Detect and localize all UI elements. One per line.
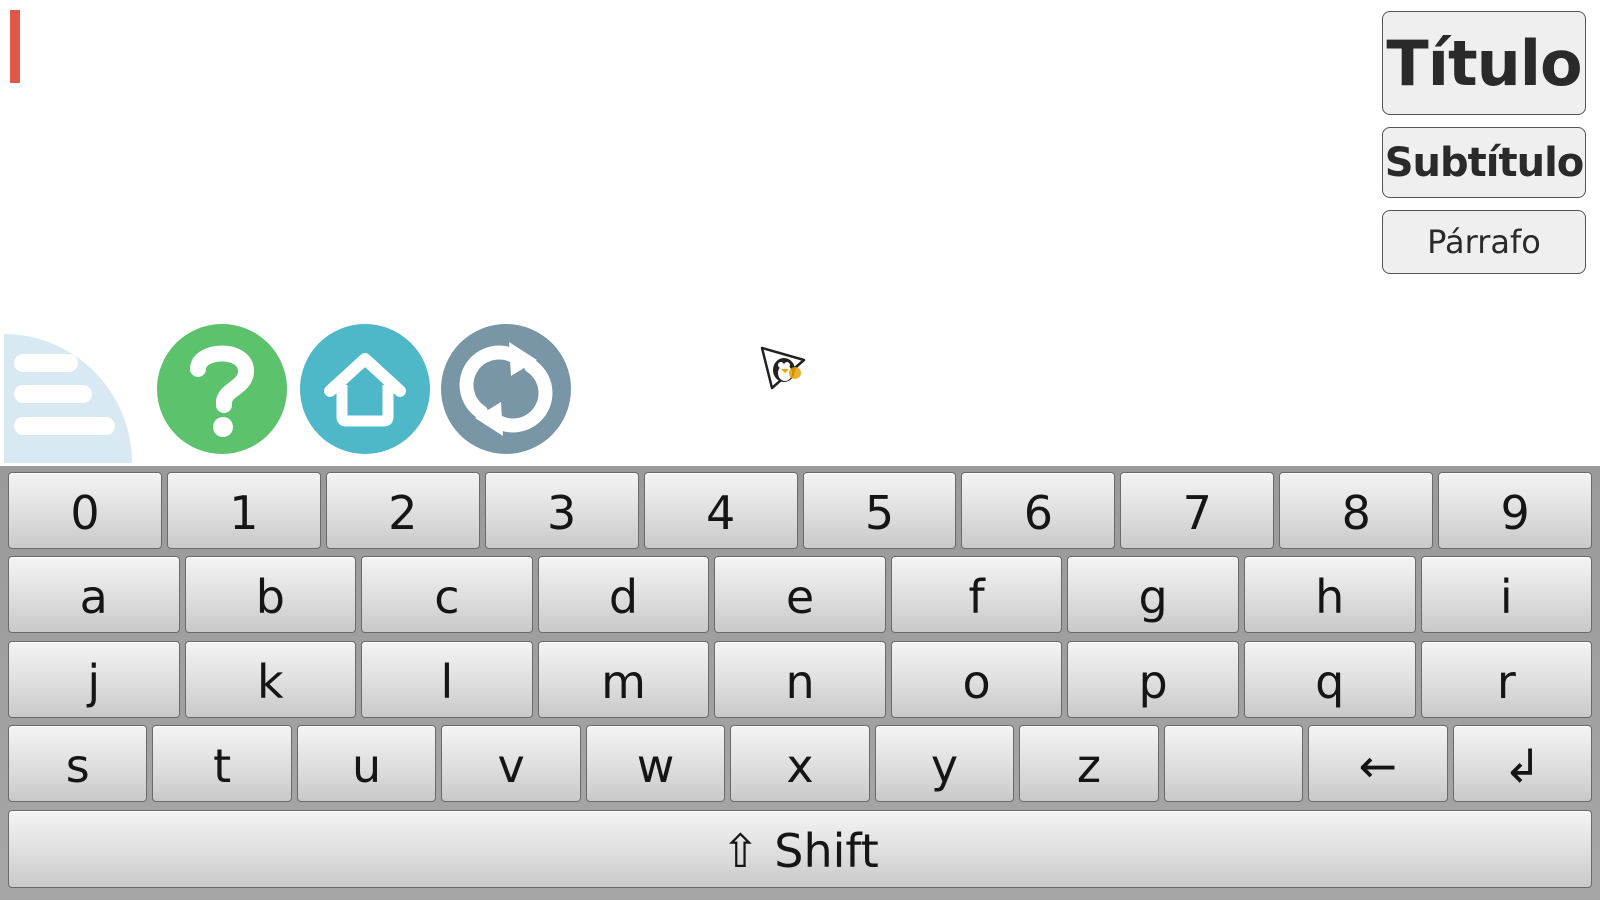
key-t[interactable]: t [152, 725, 292, 802]
key-v[interactable]: v [441, 725, 581, 802]
shift-key[interactable]: ⇧ Shift [8, 810, 1592, 888]
key-j[interactable]: j [8, 641, 180, 718]
key-c[interactable]: c [361, 556, 533, 633]
key-3[interactable]: 3 [484, 472, 639, 549]
key-i[interactable]: i [1420, 556, 1593, 633]
key-s[interactable]: s [8, 725, 148, 802]
key-z[interactable]: z [1019, 725, 1159, 802]
key-2[interactable]: 2 [325, 472, 480, 549]
key-e[interactable]: e [714, 556, 886, 633]
key-4[interactable]: 4 [643, 472, 798, 549]
key-p[interactable]: p [1067, 641, 1239, 718]
text-cursor [10, 10, 20, 83]
refresh-icon [459, 342, 553, 436]
key-b[interactable]: b [184, 556, 357, 633]
key-f[interactable]: f [890, 556, 1063, 633]
key-6[interactable]: 6 [961, 472, 1116, 549]
keyboard-row-1: abcdefghi [8, 556, 1593, 633]
key-y[interactable]: y [874, 725, 1015, 802]
key-0[interactable]: 0 [8, 472, 162, 549]
help-icon [190, 345, 255, 437]
subtitle-style-button[interactable]: Subtítulo [1382, 127, 1586, 198]
help-button[interactable] [157, 324, 287, 454]
key-u[interactable]: u [296, 725, 437, 802]
key-x[interactable]: x [730, 725, 870, 802]
home-icon [324, 353, 406, 427]
key-7[interactable]: 7 [1120, 472, 1275, 549]
space-key[interactable] [1163, 725, 1304, 802]
key-h[interactable]: h [1243, 556, 1416, 633]
key-1[interactable]: 1 [166, 472, 321, 549]
key-r[interactable]: r [1420, 641, 1593, 718]
key-k[interactable]: k [184, 641, 357, 718]
key-l[interactable]: l [361, 641, 533, 718]
enter-key[interactable]: ↲ [1452, 725, 1592, 802]
key-o[interactable]: o [890, 641, 1063, 718]
key-9[interactable]: 9 [1438, 472, 1593, 549]
key-a[interactable]: a [8, 556, 180, 633]
key-n[interactable]: n [714, 641, 886, 718]
keyboard-row-numbers: 0123456789 [8, 472, 1593, 549]
key-q[interactable]: q [1243, 641, 1416, 718]
menu-icon[interactable] [4, 334, 132, 463]
paragraph-style-button[interactable]: Párrafo [1382, 210, 1586, 274]
key-8[interactable]: 8 [1279, 472, 1434, 549]
keyboard-row-2: jklmnopqr [8, 641, 1593, 718]
keyboard-row-3: stuvwxyz ← ↲ [8, 725, 1592, 802]
key-5[interactable]: 5 [802, 472, 957, 549]
key-w[interactable]: w [585, 725, 726, 802]
title-style-button[interactable]: Título [1382, 11, 1586, 115]
home-button[interactable] [300, 324, 430, 454]
on-screen-keyboard: 0123456789 abcdefghi jklmnopqr stuvwxyz … [0, 466, 1600, 900]
backspace-key[interactable]: ← [1308, 725, 1448, 802]
key-m[interactable]: m [537, 641, 710, 718]
refresh-button[interactable] [441, 324, 571, 454]
key-g[interactable]: g [1067, 556, 1239, 633]
tux-pointer-icon [760, 346, 808, 398]
key-d[interactable]: d [537, 556, 710, 633]
keyboard-row-shift: ⇧ Shift [8, 810, 1592, 888]
